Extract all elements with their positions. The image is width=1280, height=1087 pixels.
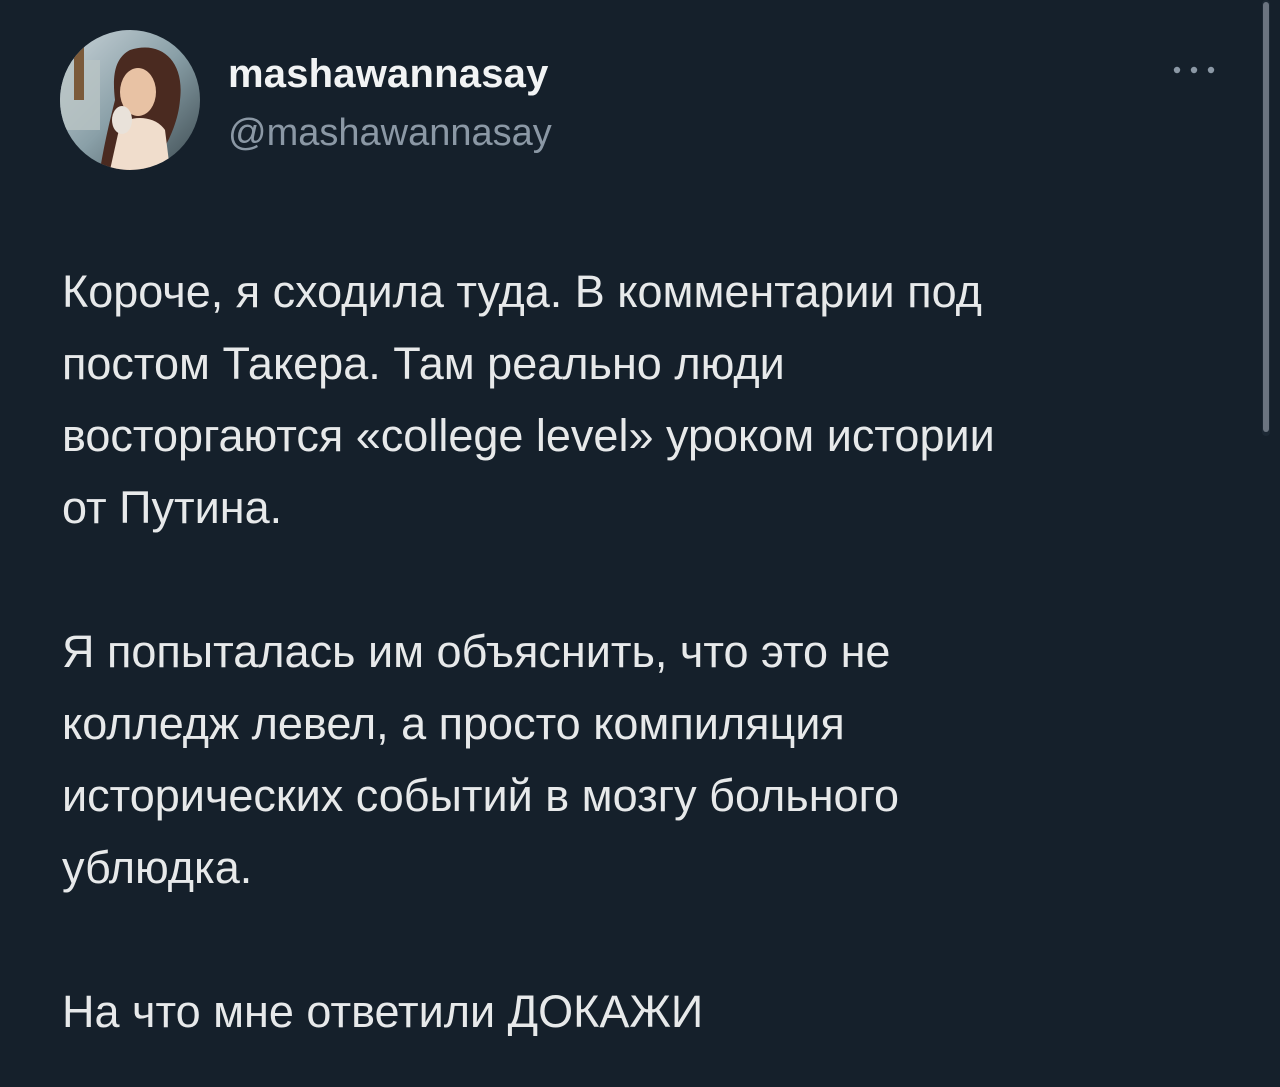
handle[interactable]: @mashawannasay: [228, 112, 552, 155]
more-horizontal-icon: [1173, 66, 1215, 74]
avatar[interactable]: [60, 30, 200, 170]
tweet-line: от Путина.: [62, 482, 283, 533]
tweet-line: ублюдка.: [62, 842, 253, 893]
tweet-line: постом Такера. Там реально люди: [62, 338, 785, 389]
more-button[interactable]: [1166, 50, 1222, 90]
tweet-line: восторгаются «college level» уроком исто…: [62, 410, 995, 461]
tweet-line: колледж левел, а просто компиляция: [62, 698, 845, 749]
tweet-paragraph: Короче, я сходила туда. В комментарии по…: [62, 256, 1222, 544]
display-name[interactable]: mashawannasay: [228, 52, 549, 97]
scrollbar-thumb[interactable]: [1263, 2, 1269, 432]
tweet-line: Я попыталась им объяснить, что это не: [62, 626, 891, 677]
tweet-line: исторических событий в мозгу больного: [62, 770, 900, 821]
tweet: mashawannasay @mashawannasay Короче, я с…: [0, 0, 1280, 1087]
tweet-text: Короче, я сходила туда. В комментарии по…: [62, 256, 1222, 1048]
tweet-paragraph: На что мне ответили ДОКАЖИ: [62, 976, 1222, 1048]
tweet-paragraph: Я попыталась им объяснить, что это не ко…: [62, 616, 1222, 904]
profile-photo-icon: [60, 30, 200, 170]
tweet-line: На что мне ответили ДОКАЖИ: [62, 986, 704, 1037]
tweet-line: Короче, я сходила туда. В комментарии по…: [62, 266, 982, 317]
